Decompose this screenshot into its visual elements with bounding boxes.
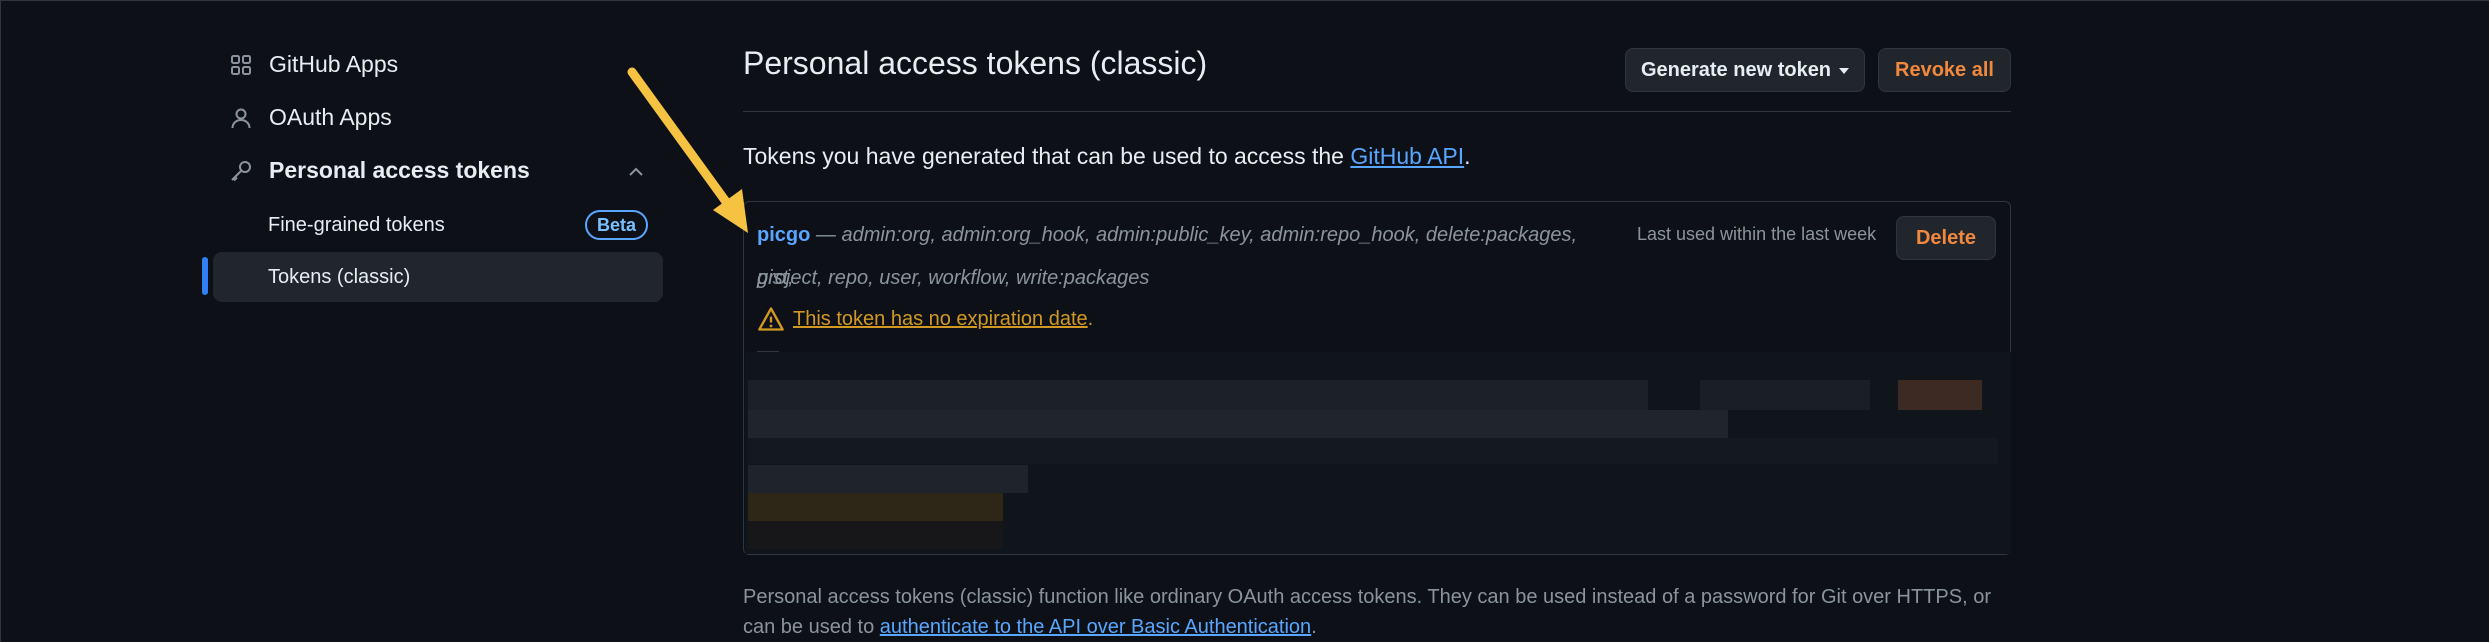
divider <box>743 111 2011 112</box>
window-top-border <box>0 0 2489 1</box>
page-title: Personal access tokens (classic) <box>743 45 1208 81</box>
intro-prefix: Tokens you have generated that can be us… <box>743 143 1351 169</box>
sidebar-item-personal-access-tokens[interactable]: Personal access tokens <box>229 157 530 184</box>
redacted-block <box>748 465 1028 493</box>
sidebar-item-oauth-apps[interactable]: OAuth Apps <box>229 104 392 131</box>
annotation-arrow-icon <box>627 67 748 233</box>
redacted-block <box>1898 380 1982 410</box>
sidebar-item-label: Personal access tokens <box>269 157 530 183</box>
alert-icon <box>758 307 784 331</box>
delete-token-button[interactable]: Delete <box>1896 216 1996 260</box>
redacted-block <box>1700 380 1870 410</box>
key-icon <box>229 159 253 183</box>
sidebar-subitem-tokens-classic[interactable]: Tokens (classic) <box>213 252 663 302</box>
token-name-link[interactable]: picgo <box>757 224 810 246</box>
token-scopes-line-2: project, repo, user, workflow, write:pac… <box>757 267 1150 289</box>
token-last-used: Last used within the last week <box>1637 224 1877 244</box>
expiration-warning-suffix: . <box>1087 307 1094 330</box>
sidebar-item-label: GitHub Apps <box>269 51 399 77</box>
basic-auth-link[interactable]: authenticate to the API over Basic Authe… <box>880 616 1311 638</box>
sidebar-item-label: OAuth Apps <box>269 104 392 130</box>
sidebar-subitem-label: Fine-grained tokens <box>268 213 445 236</box>
footer-description: Personal access tokens (classic) functio… <box>743 582 2013 642</box>
window-left-border <box>0 0 1 642</box>
redacted-block <box>748 438 1998 464</box>
active-indicator <box>202 257 208 295</box>
intro-suffix: . <box>1464 143 1471 169</box>
redacted-block <box>748 380 1648 410</box>
redacted-block <box>748 410 1728 438</box>
caret-down-icon <box>1839 68 1850 74</box>
apps-icon <box>229 53 253 77</box>
generate-new-token-button[interactable]: Generate new token <box>1625 48 1865 92</box>
footer-suffix: . <box>1311 616 1317 638</box>
person-icon <box>229 106 253 130</box>
redacted-block <box>748 493 1003 521</box>
revoke-all-button[interactable]: Revoke all <box>1878 48 2011 92</box>
intro-text: Tokens you have generated that can be us… <box>743 143 1471 170</box>
expiration-warning[interactable]: This token has no expiration date. <box>757 305 1093 333</box>
sidebar-item-github-apps[interactable]: GitHub Apps <box>229 51 398 78</box>
sidebar-subitem-label: Tokens (classic) <box>268 265 411 288</box>
expiration-warning-text: This token has no expiration date <box>793 307 1088 330</box>
github-api-link[interactable]: GitHub API <box>1350 143 1464 169</box>
generate-new-token-label: Generate new token <box>1640 58 1832 81</box>
redacted-block <box>748 521 1003 549</box>
